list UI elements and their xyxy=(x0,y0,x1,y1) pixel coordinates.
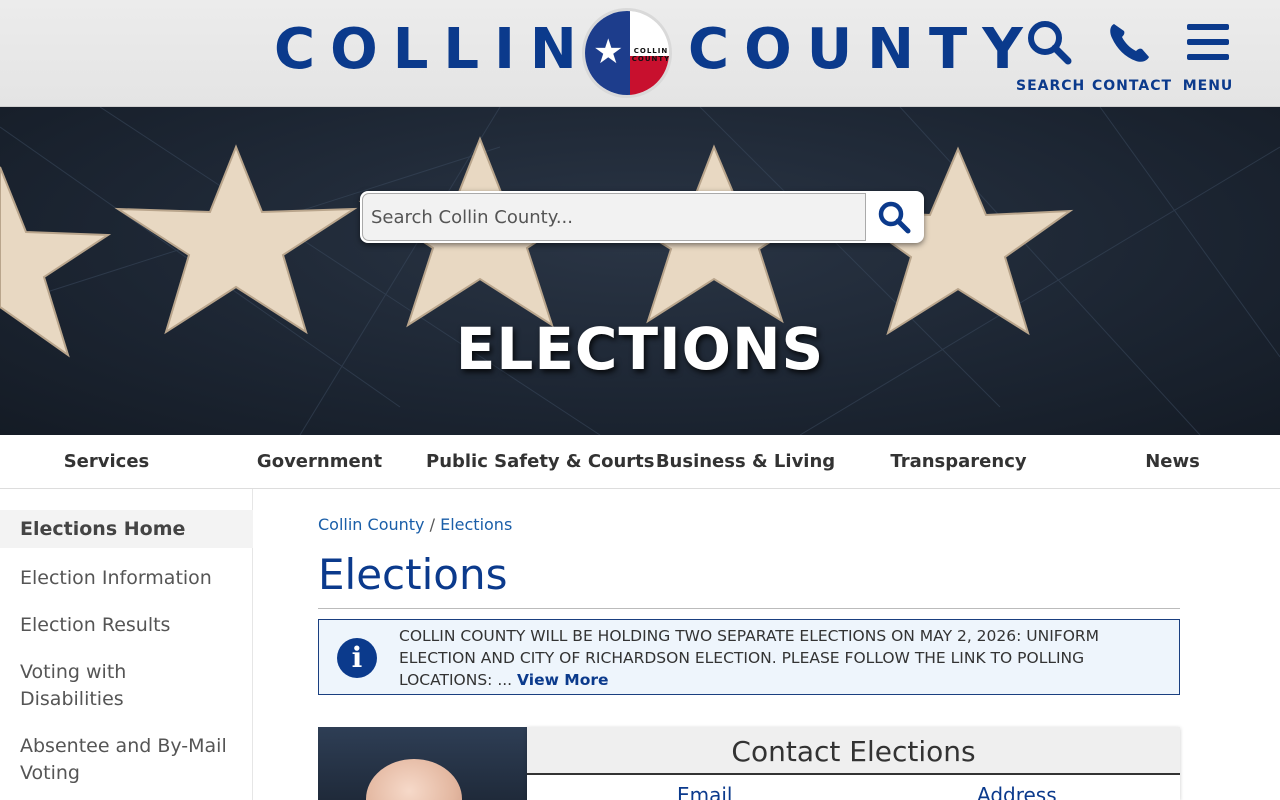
search-icon xyxy=(1028,21,1072,65)
nav-item-business-living[interactable]: Business & Living xyxy=(639,435,852,489)
nav-item-public-safety-courts[interactable]: Public Safety & Courts xyxy=(426,435,654,489)
hamburger-menu-icon xyxy=(1187,24,1229,60)
breadcrumb-separator: / xyxy=(429,515,435,534)
info-icon: i xyxy=(337,638,377,678)
search-icon xyxy=(878,201,911,234)
logo-word-right[interactable]: COUNTY xyxy=(688,22,1038,78)
nav-item-news[interactable]: News xyxy=(1065,435,1280,489)
sidebar-item-elections-home[interactable]: Elections Home xyxy=(0,510,253,548)
breadcrumb-link-home[interactable]: Collin County xyxy=(318,515,425,534)
contact-label: CONTACT xyxy=(1092,78,1173,94)
nav-item-government[interactable]: Government xyxy=(213,435,426,489)
alert-message: COLLIN COUNTY WILL BE HOLDING TWO SEPARA… xyxy=(399,625,1169,691)
hero-banner: ELECTIONS xyxy=(0,107,1280,435)
header-menu-button[interactable]: MENU xyxy=(1180,18,1236,94)
contact-elections-card: Contact Elections Email Address xyxy=(527,727,1180,800)
star-icon: ★ xyxy=(593,32,624,72)
contact-email-heading: Email xyxy=(677,783,733,800)
sidebar-item-voting-with-disabilities[interactable]: Voting with Disabilities xyxy=(0,659,253,713)
seal-text: COLLIN COUNTY xyxy=(631,47,671,63)
logo-word-left[interactable]: COLLIN xyxy=(274,22,592,78)
contact-address-heading: Address xyxy=(977,783,1057,800)
title-divider xyxy=(318,608,1180,609)
nav-item-services[interactable]: Services xyxy=(0,435,213,489)
breadcrumb-link-current[interactable]: Elections xyxy=(440,515,512,534)
alert-view-more-link[interactable]: View More xyxy=(517,671,609,689)
phone-icon xyxy=(1110,24,1149,62)
sidebar-item-absentee-by-mail-voting[interactable]: Absentee and By-Mail Voting xyxy=(0,733,253,787)
hero-search-box xyxy=(360,191,924,243)
site-search-input[interactable] xyxy=(362,193,866,241)
alert-banner: i COLLIN COUNTY WILL BE HOLDING TWO SEPA… xyxy=(318,619,1180,695)
nav-item-transparency[interactable]: Transparency xyxy=(852,435,1065,489)
search-label: SEARCH xyxy=(1016,78,1086,94)
official-portrait-photo xyxy=(318,727,527,800)
hero-title: ELECTIONS xyxy=(455,315,825,383)
site-search-submit-button[interactable] xyxy=(866,193,922,241)
sidebar-item-election-results[interactable]: Election Results xyxy=(0,612,253,639)
breadcrumb: Collin County / Elections xyxy=(318,515,512,534)
page-title: Elections xyxy=(318,550,508,599)
main-navigation: Services Government Public Safety & Cour… xyxy=(0,435,1280,489)
contact-card-title: Contact Elections xyxy=(527,727,1180,775)
sidebar-nav: Elections Home Election Information Elec… xyxy=(0,489,253,800)
menu-label: MENU xyxy=(1182,78,1234,94)
header-search-button[interactable]: SEARCH xyxy=(1016,18,1086,94)
header-contact-button[interactable]: CONTACT xyxy=(1092,18,1173,94)
site-header: COLLIN ★ COLLIN COUNTY COUNTY SEARCH CONT… xyxy=(0,0,1280,107)
stars-background-image xyxy=(0,107,1280,435)
alert-text: COLLIN COUNTY WILL BE HOLDING TWO SEPARA… xyxy=(399,627,1100,689)
county-seal-logo[interactable]: ★ COLLIN COUNTY xyxy=(582,8,672,98)
sidebar-item-election-information[interactable]: Election Information xyxy=(0,565,253,592)
